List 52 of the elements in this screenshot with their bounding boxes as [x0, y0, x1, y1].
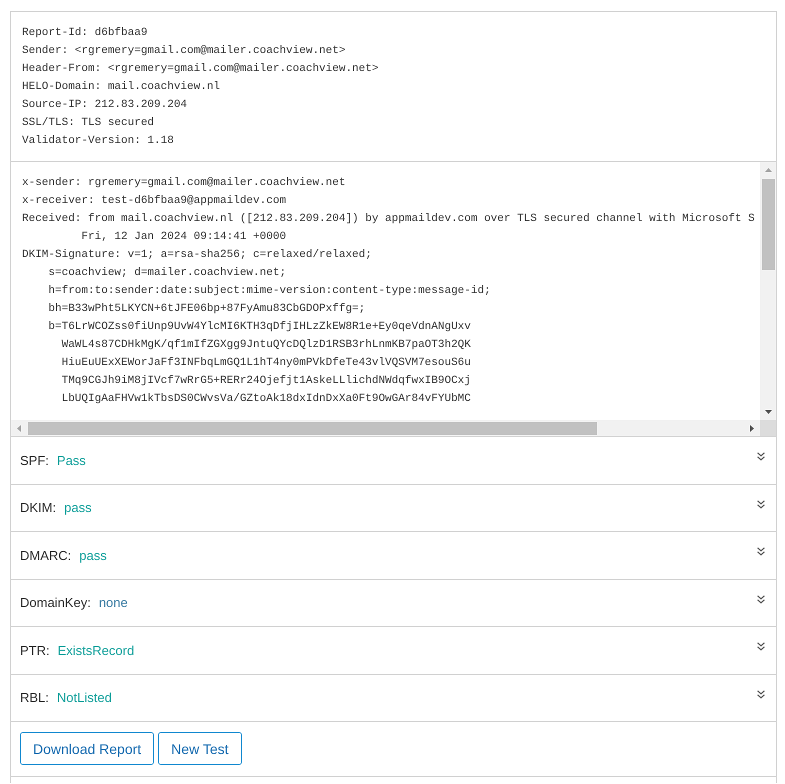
check-result: NotListed [56, 690, 112, 706]
header-line: s=coachview; d=mailer.coachview.net; [47, 266, 286, 281]
accordion-header[interactable]: RBL: NotListed [11, 674, 776, 722]
horizontal-scrollbar[interactable] [11, 420, 760, 436]
check-result: ExistsRecord [58, 642, 134, 658]
check-label: RBL: [20, 690, 49, 706]
header-line: LbUQIgAaFHVw1kTbsDS0CWvsVa/GZtoAk18dxIdnDxXa0Ft9OwGAr84vFYUbMC [60, 392, 471, 407]
report-info-line: HELO-Domain: mail.coachview.nl [22, 80, 220, 95]
down-arrow-icon[interactable] [764, 410, 772, 414]
action-button[interactable]: New Test [158, 732, 242, 765]
double-chevron-down-icon[interactable] [757, 452, 765, 461]
header-line: DKIM-Signature: v=1; a=rsa-sha256; c=relaxed/relaxed; [22, 248, 372, 263]
double-chevron-down-icon[interactable] [757, 690, 765, 698]
action-button[interactable]: Download Report [20, 732, 154, 765]
right-arrow-icon[interactable] [750, 424, 754, 432]
check-label: DomainKey: [20, 595, 91, 610]
header-line: b=T6LrWCOZss0fiUnp9UvW4YlcMI6KTH3qDfjIHLzZkEW8R1e+Ey0qeVdnANgUxv [47, 320, 471, 335]
accordion-header[interactable]: PTR: ExistsRecord [11, 627, 776, 674]
header-line: Received: from mail.coachview.nl ([212.83.209.204]) by appmaildev.com over TLS secured channel with Microsoft S [22, 212, 755, 227]
header-line: TMq9CGJh9iM8jIVcf7wRrG5+RERr24Ojefjt1AskeLLlichdNWdqfwxIB9OCxj [60, 374, 471, 389]
check-result: Pass [56, 452, 86, 468]
report-info-line: Header-From: <rgremery=gmail.com@mailer.coachview.net> [22, 62, 378, 77]
header-line: HiuEuUExXEWorJaFf3INFbqLmGQ1L1hT4ny0mPVkDfeTe43vlVQSVM7esouS6u [60, 356, 471, 371]
header-line: WaWL4s87CDHkMgK/qf1mIfZGXgg9JntuQYcDQlzD1RSB3rhLnmKB7paOT3h2QK [60, 338, 471, 353]
header-line: bh=B33wPht5LKYCN+6tJFE06bp+87FyAmu83CbGDOPxffg=; [47, 302, 366, 317]
scrollbar-thumb[interactable] [762, 179, 774, 270]
accordion-header[interactable]: DKIM: pass [11, 484, 776, 532]
header-line: x-sender: rgremery=gmail.com@mailer.coachview.net [22, 176, 346, 191]
check-result: none [98, 595, 128, 610]
report-info-line: Source-IP: 212.83.209.204 [22, 98, 188, 113]
report-info-line: Validator-Version: 1.18 [22, 134, 174, 149]
check-result: pass [64, 500, 92, 516]
check-result: pass [79, 548, 107, 563]
header-line: h=from:to:sender:date:subject:mime-version:content-type:message-id; [47, 284, 491, 299]
double-chevron-down-icon[interactable] [757, 547, 765, 556]
report-info-line: Sender: <rgremery=gmail.com@mailer.coachview.net> [22, 44, 346, 59]
double-chevron-down-icon[interactable] [757, 642, 765, 651]
accordion-header[interactable]: DMARC: pass [11, 532, 776, 580]
check-label: PTR: [20, 642, 50, 658]
vertical-scrollbar[interactable] [760, 162, 776, 420]
scrollbar-thumb[interactable] [28, 422, 597, 434]
accordion-header[interactable]: SPF: Pass [11, 437, 776, 484]
header-line: x-receiver: test-d6bfbaa9@appmaildev.com [22, 194, 286, 209]
check-label: DMARC: [20, 548, 72, 563]
header-line: Fri, 12 Jan 2024 09:14:41 +0000 [80, 230, 286, 245]
accordion-header[interactable]: DomainKey: none [11, 580, 776, 627]
check-label: SPF: [20, 452, 49, 468]
double-chevron-down-icon[interactable] [757, 594, 765, 604]
check-label: DKIM: [20, 500, 56, 516]
double-chevron-down-icon[interactable] [757, 500, 765, 508]
report-info-line: SSL/TLS: TLS secured [22, 116, 154, 131]
report-info-line: Report-Id: d6bfbaa9 [22, 26, 148, 41]
